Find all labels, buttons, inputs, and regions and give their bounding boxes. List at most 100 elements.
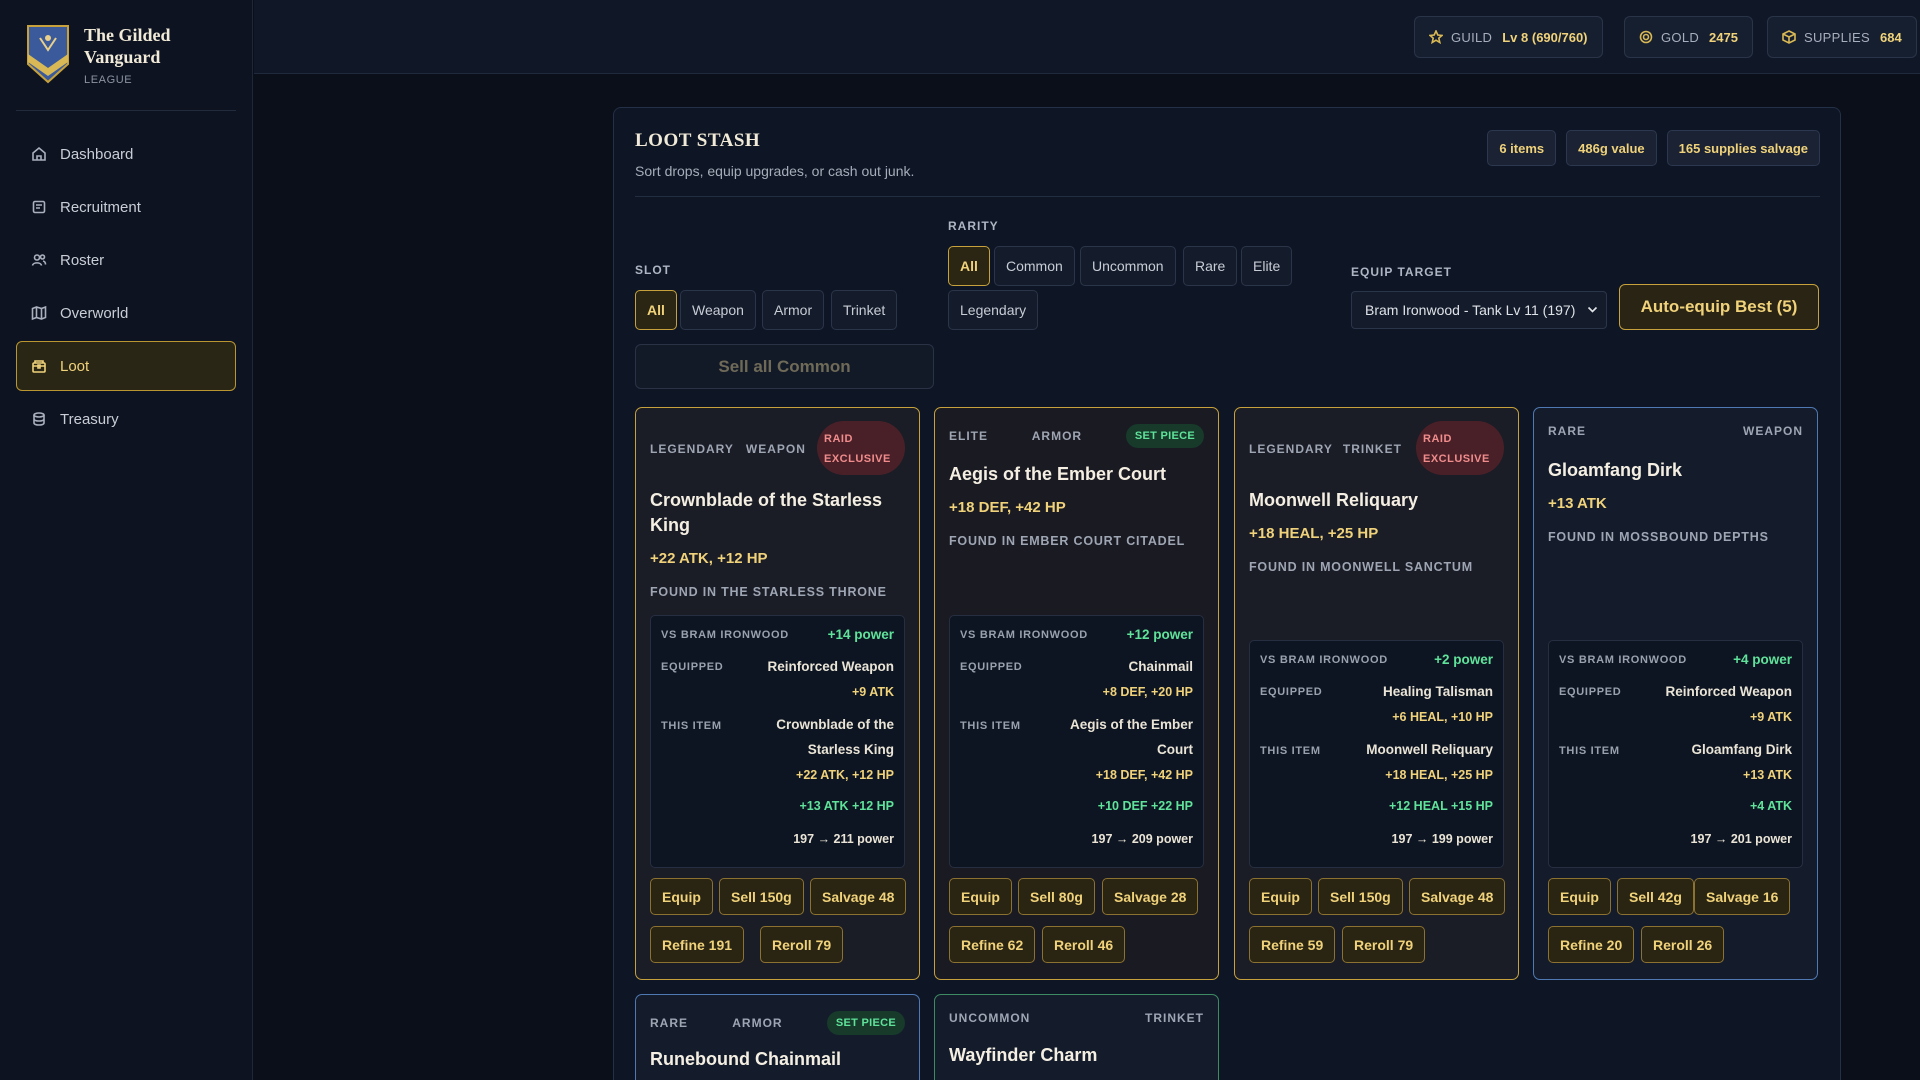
- this-item-name: Gloamfang Dirk: [1691, 742, 1792, 757]
- sidebar: The Gilded Vanguard LEAGUE Dashboard Rec…: [0, 0, 253, 1080]
- power-change: 197 → 201 power: [1690, 832, 1792, 846]
- loot-card: LEGENDARY WEAPON RAID EXCLUSIVE Crownbla…: [635, 407, 920, 980]
- equipped-stats: +9 ATK: [1749, 710, 1792, 724]
- salvage-button[interactable]: Salvage 48: [810, 878, 907, 915]
- nav-item-treasury[interactable]: Treasury: [16, 394, 236, 444]
- rarity-filter-common[interactable]: Common: [994, 246, 1075, 286]
- rarity-filter-all[interactable]: All: [948, 246, 990, 286]
- value-chip: 486g value: [1566, 130, 1657, 166]
- sell-button[interactable]: Sell 42g: [1617, 878, 1694, 915]
- supplies-chip: SUPPLIES 684: [1767, 16, 1917, 58]
- salvage-button[interactable]: Salvage 48: [1409, 878, 1506, 915]
- rarity-tag: UNCOMMON: [949, 1011, 1031, 1025]
- nav-label: Roster: [60, 251, 105, 269]
- chest-icon: [32, 360, 46, 373]
- sell-all-common-button[interactable]: Sell all Common: [635, 344, 934, 389]
- item-source: FOUND IN EMBER COURT CITADEL: [949, 534, 1186, 548]
- nav-item-dashboard[interactable]: Dashboard: [16, 129, 236, 179]
- equipped-label: EQUIPPED: [1559, 686, 1622, 698]
- reroll-button[interactable]: Reroll 26: [1641, 926, 1725, 963]
- slot-filter-trinket[interactable]: Trinket: [831, 290, 898, 330]
- map-icon: [31, 305, 47, 321]
- slot-filter-armor[interactable]: Armor: [762, 290, 825, 330]
- item-source: FOUND IN MOONWELL SANCTUM: [1249, 560, 1473, 574]
- equipped-label: EQUIPPED: [1260, 686, 1323, 698]
- nav-item-overworld[interactable]: Overworld: [16, 288, 236, 338]
- equip-button[interactable]: Equip: [650, 878, 713, 915]
- sell-button[interactable]: Sell 150g: [719, 878, 804, 915]
- equip-button[interactable]: Equip: [1249, 878, 1312, 915]
- equip-target-select[interactable]: Bram Ironwood - Tank Lv 11 (197): [1351, 291, 1607, 329]
- sell-button[interactable]: Sell 150g: [1318, 878, 1403, 915]
- rarity-filter-uncommon[interactable]: Uncommon: [1080, 246, 1176, 286]
- this-item-stats: +18 DEF, +42 HP: [1095, 768, 1193, 782]
- auto-equip-button[interactable]: Auto-equip Best (5): [1619, 284, 1819, 330]
- top-bar: GUILD Lv 8 (690/760) GOLD 2475 SUPPLIES …: [254, 0, 1920, 74]
- slot-filter-all[interactable]: All: [635, 290, 677, 330]
- card-tags: RARE ARMOR SET PIECE: [650, 1011, 905, 1035]
- rarity-tag: ELITE: [949, 429, 989, 443]
- loot-card: RARE WEAPON Gloamfang Dirk +13 ATK FOUND…: [1533, 407, 1818, 980]
- sell-button[interactable]: Sell 80g: [1018, 878, 1095, 915]
- refine-button[interactable]: Refine 20: [1548, 926, 1635, 963]
- salvage-button[interactable]: Salvage 28: [1102, 878, 1199, 915]
- this-item-name: Moonwell Reliquary: [1366, 742, 1493, 757]
- slot-tag: TRINKET: [1145, 1011, 1204, 1025]
- equipped-label: EQUIPPED: [960, 661, 1023, 673]
- equipped-label: EQUIPPED: [661, 661, 724, 673]
- reroll-button[interactable]: Reroll 46: [1042, 926, 1126, 963]
- refine-button[interactable]: Refine 191: [650, 926, 745, 963]
- refine-button[interactable]: Refine 62: [949, 926, 1036, 963]
- guild-value: Lv 8 (690/760): [1502, 29, 1588, 45]
- item-name: Runebound Chainmail: [650, 1049, 841, 1069]
- slot-tag: TRINKET: [1342, 442, 1402, 456]
- this-item-label: THIS ITEM: [960, 720, 1021, 732]
- slot-filter-weapon[interactable]: Weapon: [680, 290, 756, 330]
- panel-title: LOOT STASH: [635, 130, 761, 151]
- vs-label: VS BRAM IRONWOOD: [960, 629, 1088, 641]
- guild-label: GUILD: [1451, 29, 1493, 45]
- salvage-button[interactable]: Salvage 16: [1694, 878, 1791, 915]
- comparison-box: VS BRAM IRONWOOD +2 power EQUIPPED Heali…: [1249, 640, 1504, 868]
- reroll-button[interactable]: Reroll 79: [760, 926, 844, 963]
- nav-item-loot[interactable]: Loot: [16, 341, 236, 391]
- star-icon: [1429, 30, 1443, 44]
- slot-tag: WEAPON: [1743, 424, 1803, 438]
- rarity-filter-legendary[interactable]: Legendary: [948, 290, 1039, 330]
- nav-item-roster[interactable]: Roster: [16, 235, 236, 285]
- brand-subtitle: LEAGUE: [84, 74, 133, 86]
- chevron-down-icon: [1587, 306, 1598, 313]
- equipped-stats: +8 DEF, +20 HP: [1102, 685, 1193, 699]
- home-icon: [32, 146, 46, 161]
- raid-exclusive-badge: RAID EXCLUSIVE: [817, 421, 905, 475]
- card-tags: LEGENDARY WEAPON: [650, 442, 809, 456]
- rarity-filter-elite[interactable]: Elite: [1241, 246, 1293, 286]
- item-stats: +18 DEF, +42 HP: [949, 499, 1066, 516]
- reroll-button[interactable]: Reroll 79: [1342, 926, 1426, 963]
- nav-item-recruitment[interactable]: Recruitment: [16, 182, 236, 232]
- card-tags: LEGENDARY TRINKET: [1249, 442, 1408, 456]
- this-item-stats: +18 HEAL, +25 HP: [1385, 768, 1493, 782]
- rarity-tag: LEGENDARY: [650, 442, 734, 456]
- loot-card: UNCOMMON TRINKET Wayfinder Charm: [934, 994, 1219, 1080]
- stash-summary: 6 items 486g value 165 supplies salvage: [1487, 130, 1820, 166]
- power-change: 197 → 209 power: [1091, 832, 1193, 846]
- item-name: Wayfinder Charm: [949, 1045, 1098, 1065]
- this-item-stats: +13 ATK: [1743, 768, 1792, 782]
- clipboard-icon: [32, 200, 46, 214]
- box-icon: [1782, 30, 1796, 44]
- rarity-filter-rare[interactable]: Rare: [1183, 246, 1238, 286]
- gold-chip: GOLD 2475: [1624, 16, 1753, 58]
- equip-button[interactable]: Equip: [949, 878, 1012, 915]
- this-item-label: THIS ITEM: [661, 720, 722, 732]
- refine-button[interactable]: Refine 59: [1249, 926, 1336, 963]
- set-piece-badge: SET PIECE: [826, 1011, 905, 1035]
- card-tags: RARE WEAPON: [1548, 424, 1803, 438]
- equip-target-value: Bram Ironwood - Tank Lv 11 (197): [1365, 302, 1576, 318]
- loot-card: RARE ARMOR SET PIECE Runebound Chainmail: [635, 994, 920, 1080]
- comparison-box: VS BRAM IRONWOOD +4 power EQUIPPED Reinf…: [1548, 640, 1803, 868]
- equip-button[interactable]: Equip: [1548, 878, 1611, 915]
- this-item-stats: +22 ATK, +12 HP: [796, 768, 894, 782]
- set-piece-badge: SET PIECE: [1125, 424, 1204, 448]
- nav-label: Treasury: [60, 410, 119, 428]
